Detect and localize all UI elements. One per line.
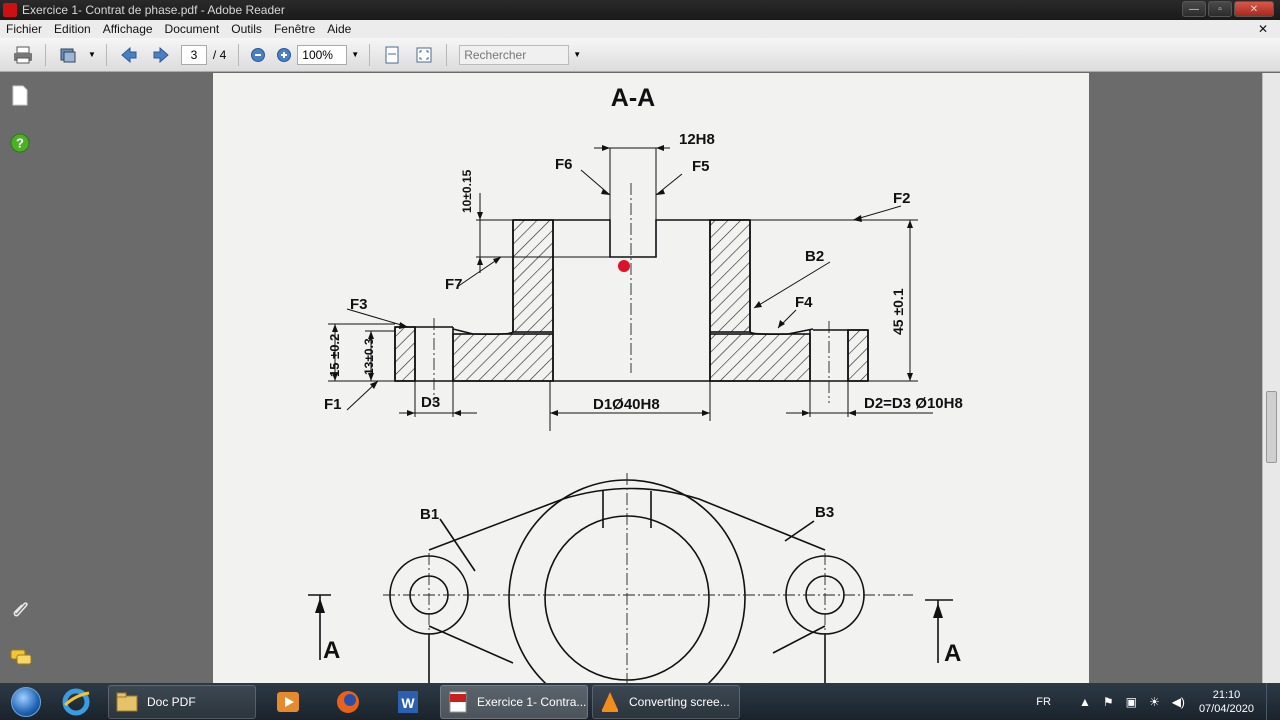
label-d3: D3 [421,394,440,411]
label-a-right: A [944,640,961,667]
zoom-level-input[interactable]: 100% [297,44,348,65]
svg-text:W: W [401,695,415,711]
label-b2: B2 [805,248,824,265]
menu-fichier[interactable]: Fichier [0,22,48,36]
menu-bar: Fichier Edition Affichage Document Outil… [0,20,1280,38]
label-12h8: 12H8 [679,131,715,148]
show-desktop-button[interactable] [1266,683,1280,720]
previous-page-icon[interactable] [118,44,140,66]
pages-icon[interactable] [10,85,30,106]
label-b3: B3 [815,504,834,521]
taskbar-label-converting: Converting scree... [629,694,730,709]
svg-text:?: ? [16,136,24,151]
menu-edition[interactable]: Edition [48,22,97,36]
taskbar-label-doc-pdf: Doc PDF [147,694,196,709]
label-45-tol: 45 ±0.1 [890,288,906,335]
close-button[interactable]: ✕ [1234,1,1274,17]
label-f3: F3 [350,296,368,313]
word-icon[interactable]: W [380,685,436,719]
clock[interactable]: 21:10 07/04/2020 [1199,688,1254,716]
window-controls: — ▫ ✕ [1182,1,1274,17]
label-f5: F5 [692,158,710,175]
taskbar-item-doc-pdf[interactable]: Doc PDF [108,684,256,719]
windows-logo-icon [11,686,41,717]
menu-affichage[interactable]: Affichage [97,22,159,36]
pdf-file-icon [449,691,467,712]
menu-document[interactable]: Document [159,22,226,36]
label-d2: D2=D3 Ø10H8 [864,395,963,412]
label-f4: F4 [795,294,813,311]
zoom-dropdown-icon[interactable]: ▼ [351,50,359,59]
zoom-out-icon[interactable] [247,44,269,66]
vertical-scrollbar[interactable] [1262,73,1280,683]
device-icon[interactable]: ▣ [1126,695,1137,709]
search-input[interactable]: Rechercher [459,44,570,65]
minimize-button[interactable]: — [1182,1,1206,17]
fit-page-icon[interactable] [381,44,403,66]
label-15-tol: 15 ±0.2 [327,334,342,377]
power-icon[interactable]: ☀ [1149,695,1160,709]
navigation-panel: ? [0,73,40,683]
page-total: / 4 [212,47,227,62]
start-button[interactable] [6,685,46,719]
search-dropdown-icon[interactable]: ▼ [573,50,581,59]
system-tray: FR ▲ ⚑ ▣ ☀ ◀) 21:10 07/04/2020 [1036,683,1280,720]
clock-time: 21:10 [1212,688,1241,701]
pdf-page: A-A 12H8 F6 F5 F2 B2 F7 F4 F3 F1 D3 D1Ø4… [213,73,1089,717]
volume-icon[interactable]: ◀) [1172,695,1185,709]
label-a-left: A [323,637,340,664]
taskbar-item-converting[interactable]: Converting scree... [592,684,740,719]
section-title: A-A [611,84,655,112]
cursor-marker [618,260,630,272]
label-b1: B1 [420,506,439,523]
language-indicator[interactable]: FR [1036,696,1051,708]
print-icon[interactable] [12,44,34,66]
collaborate-icon[interactable] [57,44,79,66]
comments-icon[interactable] [10,647,32,667]
scrollbar-thumb[interactable] [1266,391,1277,463]
adobe-reader-icon [3,3,17,17]
menu-outils[interactable]: Outils [225,22,268,36]
folder-icon [116,692,138,711]
help-icon[interactable]: ? [10,133,30,153]
maximize-button[interactable]: ▫ [1208,1,1232,17]
taskbar-item-exercice[interactable]: Exercice 1- Contra... [440,684,588,719]
page-number-input[interactable]: 3 [180,44,207,65]
clock-date: 07/04/2020 [1198,702,1254,715]
label-13-tol: 13±0.3 [362,338,376,375]
media-player-icon[interactable] [260,685,316,719]
label-f2: F2 [893,190,911,207]
toolbar: ▼ 3 / 4 100% ▼ Rechercher ▼ [0,38,1280,72]
menu-aide[interactable]: Aide [321,22,357,36]
attachment-icon[interactable] [10,599,30,619]
menu-fenetre[interactable]: Fenêtre [268,22,321,36]
label-10-tol: 10±0.15 [460,169,474,213]
action-center-flag-icon[interactable]: ⚑ [1103,695,1114,709]
label-f6: F6 [555,156,573,173]
window-title: Exercice 1- Contrat de phase.pdf - Adobe… [22,3,285,17]
taskbar: Doc PDF W Exercice 1- Contra... Converti… [0,683,1280,720]
label-f1: F1 [324,396,342,413]
technical-drawing: A-A 12H8 F6 F5 F2 B2 F7 F4 F3 F1 D3 D1Ø4… [308,84,963,717]
show-hidden-icons-icon[interactable]: ▲ [1079,695,1091,709]
full-screen-icon[interactable] [413,44,435,66]
firefox-icon[interactable] [320,685,376,719]
label-f7: F7 [445,276,463,293]
collaborate-dropdown-icon[interactable]: ▼ [88,50,96,59]
vlc-icon [602,691,618,712]
next-page-icon[interactable] [150,44,172,66]
taskbar-label-exercice: Exercice 1- Contra... [477,694,587,709]
close-document-icon[interactable]: ✕ [1252,22,1274,36]
document-viewport[interactable]: A-A 12H8 F6 F5 F2 B2 F7 F4 F3 F1 D3 D1Ø4… [40,73,1262,717]
internet-explorer-icon[interactable] [48,685,104,719]
zoom-in-icon[interactable] [273,44,295,66]
label-d1: D1Ø40H8 [593,396,660,413]
window-titlebar: Exercice 1- Contrat de phase.pdf - Adobe… [0,0,1280,20]
